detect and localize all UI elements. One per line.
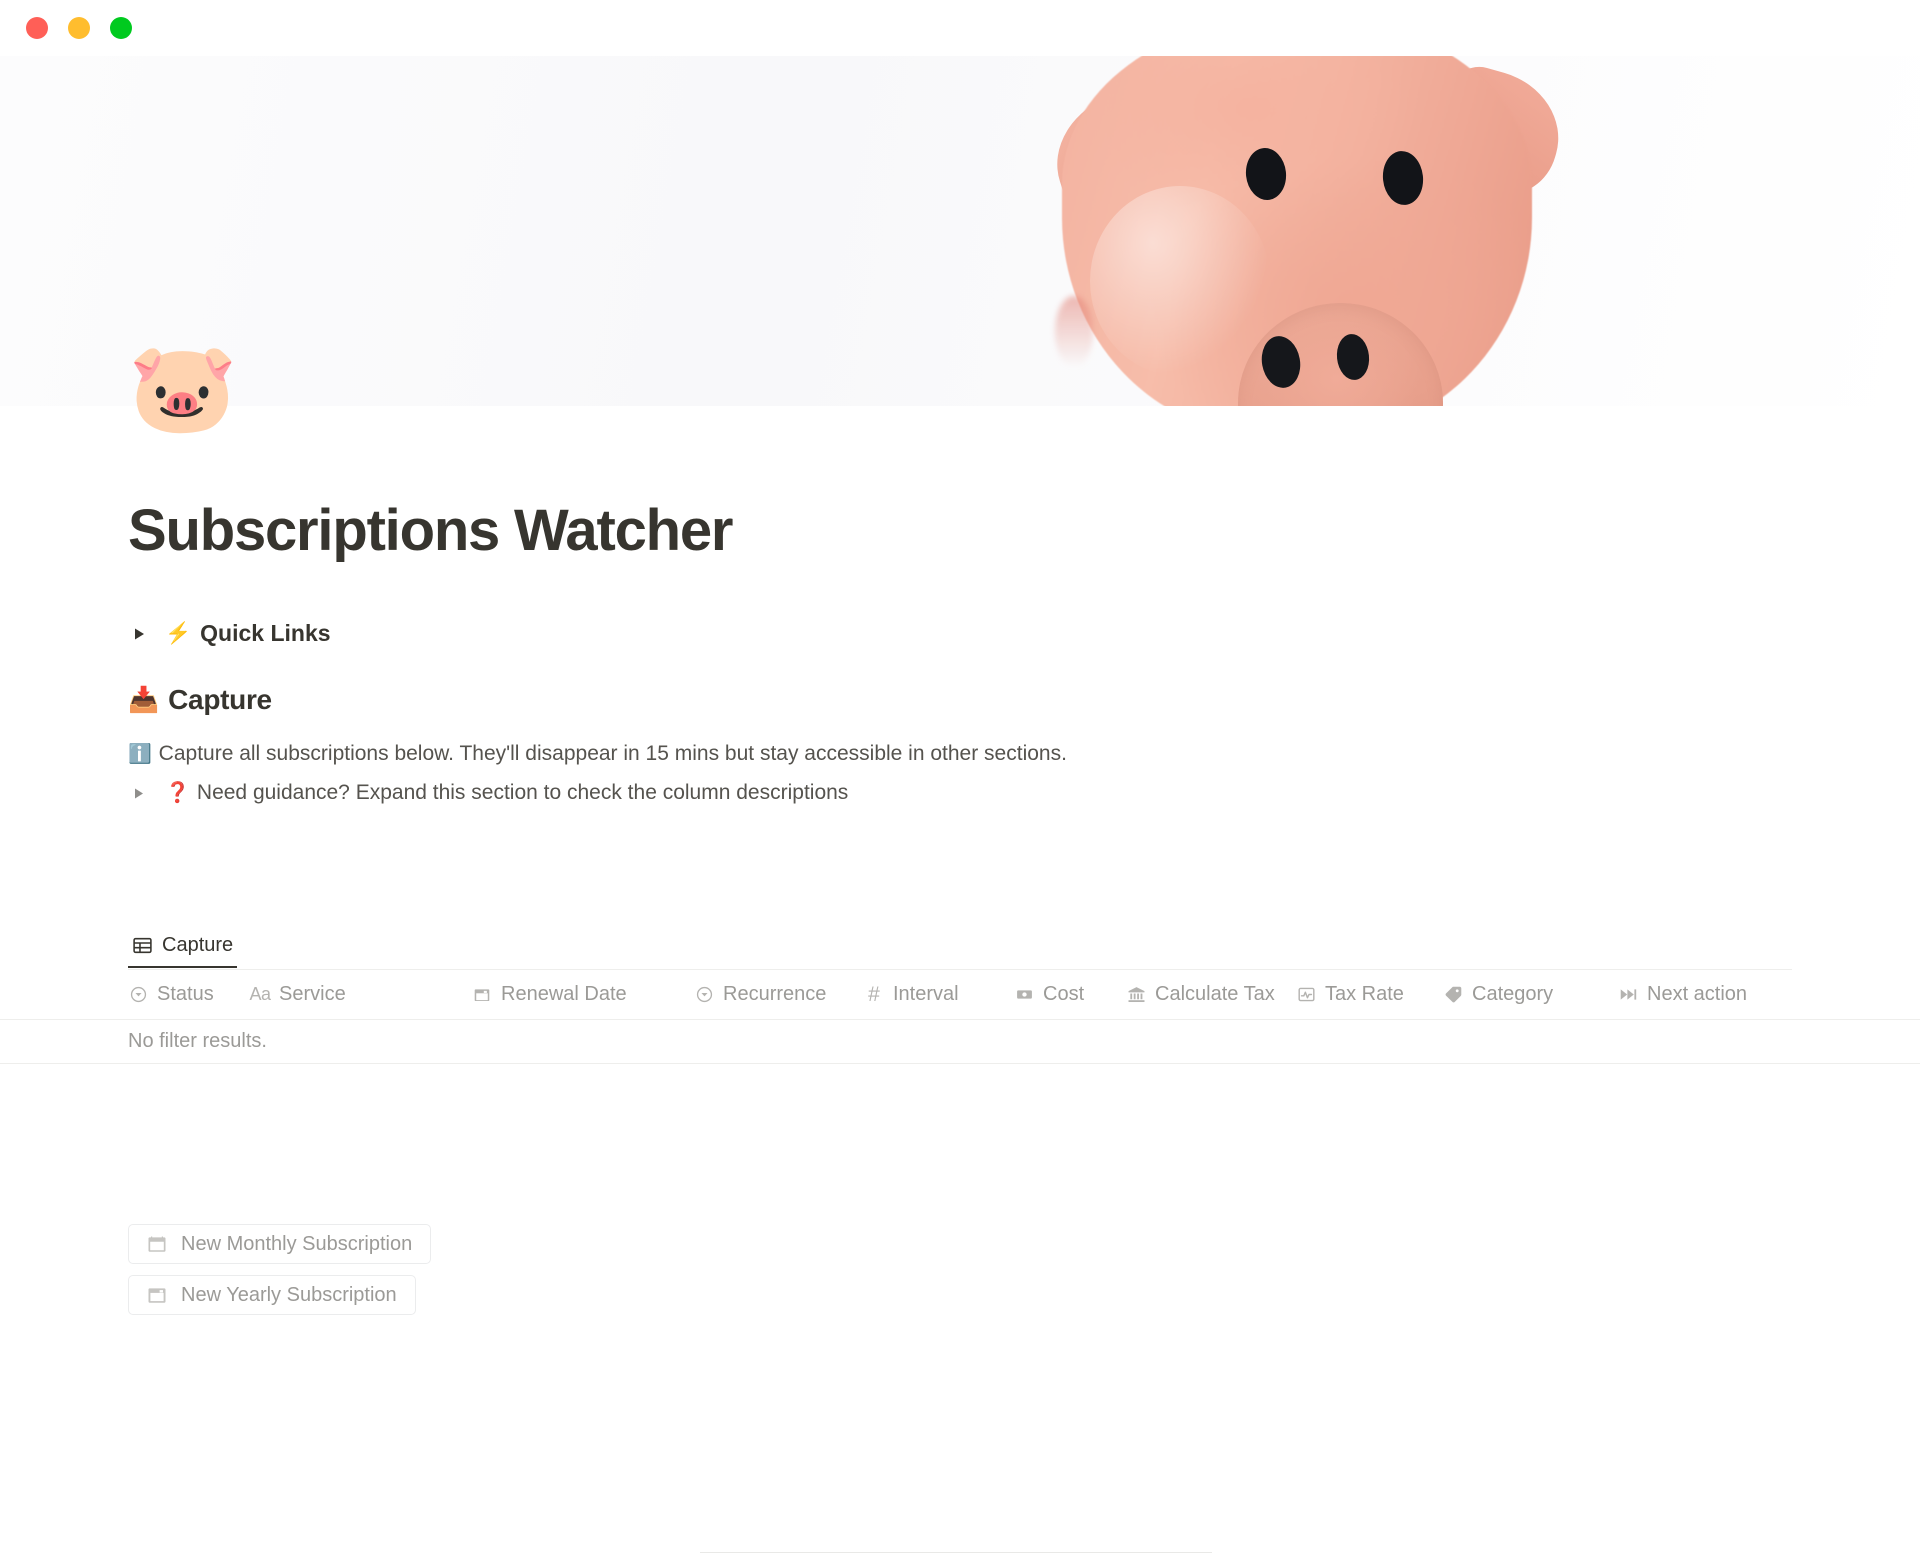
calendar-grid-icon	[147, 1234, 167, 1254]
question-mark-icon: ❓	[165, 782, 190, 804]
toggle-need-guidance[interactable]: ❓ Need guidance? Expand this section to …	[128, 781, 848, 805]
toggle-triangle-right-icon[interactable]	[128, 782, 150, 804]
column-header-interval-label: Interval	[893, 983, 959, 1005]
window-minimize-button[interactable]	[68, 17, 90, 39]
toggle-quick-links[interactable]: ⚡ Quick Links	[128, 620, 331, 647]
column-header-next-action-label: Next action	[1647, 983, 1748, 1005]
database-empty-state-label: No filter results.	[128, 1030, 267, 1052]
bank-icon	[1126, 985, 1146, 1005]
column-header-status[interactable]: Status	[128, 983, 250, 1006]
toggle-triangle-right-icon[interactable]	[128, 623, 150, 645]
capture-info-text: Capture all subscriptions below. They'll…	[158, 742, 1067, 765]
page-content: 🐷 Subscriptions Watcher ⚡ Quick Links 📥 …	[0, 344, 1920, 1553]
window-maximize-button[interactable]	[110, 17, 132, 39]
money-icon	[1014, 985, 1034, 1005]
cover-backdrop	[0, 56, 1920, 406]
calendar-icon	[147, 1285, 167, 1305]
calendar-icon	[472, 985, 492, 1005]
page-icon-pig-face[interactable]: 🐷	[128, 344, 238, 432]
database-column-headers: Status Aa Service Renewal Date Recurrenc…	[0, 970, 1920, 1020]
piggy-bank-highlight	[1090, 186, 1270, 376]
capture-section-heading: 📥 Capture	[128, 684, 272, 716]
database-empty-state: No filter results.	[0, 1020, 1920, 1064]
column-header-tax-rate-label: Tax Rate	[1325, 983, 1404, 1005]
column-header-calculate-tax-label: Calculate Tax	[1155, 983, 1275, 1005]
capture-info-line: ℹ️ Capture all subscriptions below. They…	[128, 742, 1067, 766]
column-header-tax-rate[interactable]: Tax Rate	[1296, 983, 1443, 1006]
table-icon	[132, 935, 153, 956]
toggle-quick-links-label: Quick Links	[200, 620, 331, 646]
database-block: Capture Status Aa Service Renewal Date R…	[0, 924, 1920, 1064]
database-view-tabs: Capture	[128, 924, 1792, 970]
window-title-bar	[0, 0, 1920, 56]
database-tab-capture[interactable]: Capture	[128, 924, 238, 968]
new-yearly-subscription-button[interactable]: New Yearly Subscription	[128, 1275, 416, 1315]
column-header-cost[interactable]: Cost	[1014, 983, 1126, 1006]
column-header-category[interactable]: Category	[1443, 983, 1618, 1006]
column-header-renewal-date[interactable]: Renewal Date	[472, 983, 694, 1006]
column-header-calculate-tax[interactable]: Calculate Tax	[1126, 983, 1296, 1006]
page-cover-image[interactable]	[0, 56, 1920, 406]
column-header-interval[interactable]: # Interval	[864, 983, 1014, 1006]
column-header-category-label: Category	[1472, 983, 1554, 1005]
formula-icon	[1296, 985, 1316, 1005]
column-header-next-action[interactable]: Next action	[1618, 983, 1818, 1006]
page-title: Subscriptions Watcher	[128, 498, 734, 563]
tag-icon	[1443, 985, 1463, 1005]
lightning-bolt-icon: ⚡	[165, 622, 192, 645]
column-header-renewal-date-label: Renewal Date	[501, 983, 627, 1005]
skip-forward-icon	[1618, 985, 1638, 1005]
text-aa-icon: Aa	[249, 984, 271, 1004]
column-header-status-label: Status	[157, 983, 214, 1005]
select-icon	[128, 985, 148, 1005]
database-tab-capture-label: Capture	[162, 933, 234, 956]
information-icon: ℹ️	[128, 744, 152, 765]
number-hash-icon: #	[868, 982, 880, 1006]
window-close-button[interactable]	[26, 17, 48, 39]
toggle-need-guidance-label: Need guidance? Expand this section to ch…	[196, 781, 849, 804]
column-header-service[interactable]: Aa Service	[249, 983, 472, 1006]
column-header-service-label: Service	[279, 983, 346, 1005]
new-monthly-subscription-label: New Monthly Subscription	[181, 1232, 413, 1255]
new-monthly-subscription-button[interactable]: New Monthly Subscription	[128, 1224, 432, 1264]
new-yearly-subscription-label: New Yearly Subscription	[181, 1283, 397, 1306]
piggy-bank-cheek-shadow	[1055, 296, 1093, 368]
column-header-recurrence[interactable]: Recurrence	[694, 983, 864, 1006]
column-header-recurrence-label: Recurrence	[723, 983, 827, 1005]
inbox-tray-icon: 📥	[128, 685, 160, 714]
select-icon	[694, 985, 714, 1005]
capture-heading-label: Capture	[168, 684, 272, 715]
column-header-cost-label: Cost	[1043, 983, 1085, 1005]
